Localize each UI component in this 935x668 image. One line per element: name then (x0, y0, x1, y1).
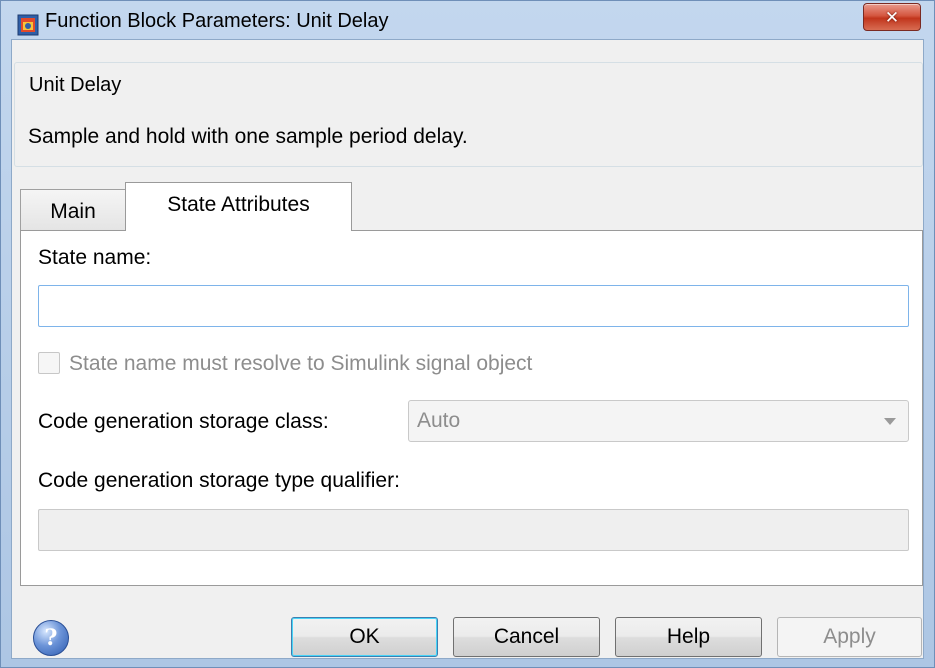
type-qualifier-input (38, 509, 909, 551)
help-button[interactable]: Help (615, 617, 762, 657)
tab-state-attributes[interactable]: State Attributes (125, 182, 352, 231)
resolve-signal-object-label: State name must resolve to Simulink sign… (69, 352, 533, 375)
type-qualifier-label: Code generation storage type qualifier: (38, 469, 400, 492)
apply-button[interactable]: Apply (777, 617, 922, 657)
block-description-group (14, 62, 923, 167)
storage-class-label: Code generation storage class: (38, 410, 329, 433)
storage-class-select[interactable]: Auto (408, 400, 909, 442)
state-name-input[interactable] (38, 285, 909, 327)
ok-button[interactable]: OK (291, 617, 438, 657)
chevron-down-icon (884, 418, 896, 425)
dialog-window: Function Block Parameters: Unit Delay ✕ … (0, 0, 935, 668)
close-icon: ✕ (884, 7, 900, 27)
state-name-label: State name: (38, 246, 152, 269)
cancel-button[interactable]: Cancel (453, 617, 600, 657)
title-bar[interactable]: Function Block Parameters: Unit Delay ✕ (1, 1, 934, 39)
block-name-legend: Unit Delay (25, 73, 126, 97)
block-description: Sample and hold with one sample period d… (28, 125, 468, 148)
simulink-block-icon (17, 14, 39, 36)
question-icon[interactable]: ? (33, 620, 69, 656)
storage-class-value: Auto (417, 409, 461, 432)
close-button[interactable]: ✕ (863, 3, 921, 31)
resolve-signal-object-checkbox[interactable] (38, 352, 60, 374)
tab-main[interactable]: Main (20, 189, 126, 231)
window-title: Function Block Parameters: Unit Delay (45, 10, 389, 32)
